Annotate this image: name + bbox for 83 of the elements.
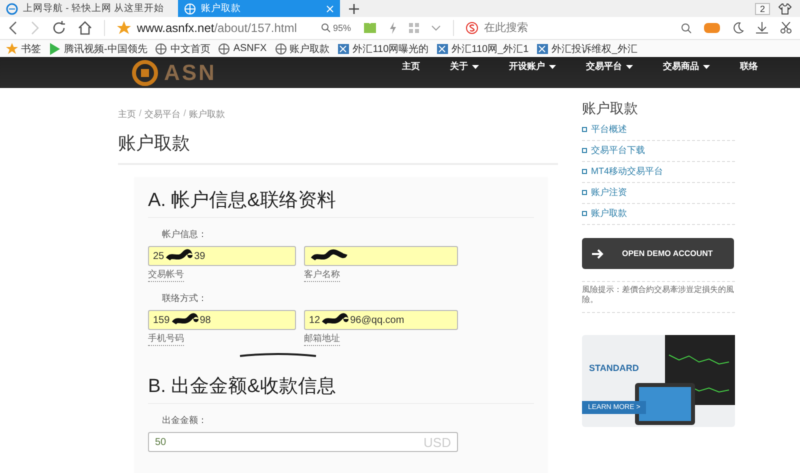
- section-heading: A. 帐户信息&联络资料: [148, 187, 534, 218]
- banner-title: STANDARD: [589, 362, 639, 373]
- square-bullet-icon: [582, 190, 587, 195]
- sidebar-link[interactable]: 账户取款: [582, 204, 735, 225]
- nav-item[interactable]: 联络: [740, 60, 758, 73]
- sidebar-link[interactable]: 平台概述: [582, 120, 735, 141]
- breadcrumb-link[interactable]: 主页: [118, 108, 136, 121]
- url-text[interactable]: www.asnfx.net/about/157.html: [136, 21, 297, 35]
- field-caption: 手机号码: [148, 332, 184, 346]
- field-caption: 客户名称: [304, 268, 340, 282]
- square-bullet-icon: [582, 211, 587, 216]
- zoom-level[interactable]: 95%: [320, 23, 351, 33]
- breadcrumb-separator: /: [139, 108, 142, 120]
- caret-icon: [703, 64, 710, 68]
- breadcrumb-separator: /: [184, 108, 186, 120]
- site-logo-icon: [436, 42, 449, 54]
- breadcrumb-link[interactable]: 账户取款: [189, 108, 226, 121]
- star-icon: [6, 42, 18, 54]
- page-title: 账户取款: [118, 131, 558, 165]
- bookmark[interactable]: ASNFX: [218, 42, 267, 54]
- magnifier-icon: [320, 23, 331, 33]
- download-icon[interactable]: [756, 22, 768, 34]
- close-icon[interactable]: [326, 4, 334, 12]
- field-group-label: 出金金额：: [161, 414, 208, 427]
- chevron-down-icon[interactable]: [430, 25, 441, 31]
- plus-icon[interactable]: [348, 2, 360, 14]
- nav-item[interactable]: 交易商品: [663, 60, 710, 73]
- search-engine-logo-icon: [466, 22, 478, 34]
- square-bullet-icon: [582, 148, 587, 153]
- lightning-icon[interactable]: [388, 22, 397, 34]
- globe-icon: [274, 42, 287, 54]
- moon-icon[interactable]: [732, 22, 744, 34]
- nav-item[interactable]: 关于: [450, 60, 479, 73]
- reload-icon[interactable]: [52, 21, 66, 35]
- browser-tab[interactable]: 上网导航 - 轻快上网 从这里开始: [0, 0, 170, 17]
- field-caption: 邮箱地址: [304, 332, 340, 346]
- site-logo-icon: [338, 42, 350, 54]
- search-icon[interactable]: [681, 22, 692, 34]
- scissors-icon[interactable]: [780, 22, 792, 34]
- caret-icon: [472, 64, 479, 68]
- bookmark[interactable]: 账户取款: [274, 42, 330, 56]
- tab-count[interactable]: 2: [754, 2, 770, 14]
- bookmark[interactable]: 书签: [6, 42, 41, 56]
- field-group-label: 联络方式：: [161, 292, 208, 305]
- square-bullet-icon: [582, 127, 587, 132]
- sidebar-link[interactable]: MT4移动交易平台: [582, 162, 735, 183]
- bookmark[interactable]: 外汇110网_外汇1: [436, 42, 529, 56]
- input-field[interactable]: [304, 246, 458, 266]
- bookmark[interactable]: 中文首页: [155, 42, 210, 56]
- risk-notice: 風險提示：差價合約交易牽涉豈定損失的風險。: [582, 281, 735, 313]
- logo-text: ASN: [164, 60, 216, 86]
- nav-item[interactable]: 开设账户: [509, 60, 556, 73]
- shirt-icon[interactable]: [778, 2, 792, 14]
- arrow-right-icon: [592, 248, 604, 258]
- nav-item[interactable]: 交易平台: [586, 60, 633, 73]
- bookmark[interactable]: 外汇投诉维权_外汇: [536, 42, 638, 56]
- globe-icon: [184, 2, 196, 14]
- square-bullet-icon: [582, 169, 587, 174]
- input-field[interactable]: 25 39: [148, 246, 296, 266]
- bookmark[interactable]: 腾讯视频-中国领先: [49, 42, 148, 56]
- site-logo-icon: [536, 42, 549, 54]
- caret-icon: [626, 64, 633, 68]
- globe-icon: [155, 42, 168, 54]
- input-field[interactable]: 12 96@qq.com: [304, 310, 458, 330]
- breadcrumb-link[interactable]: 交易平台: [144, 108, 181, 121]
- browser-logo-icon: [6, 2, 18, 14]
- star-icon[interactable]: [116, 21, 131, 35]
- nav-item[interactable]: 主页: [402, 60, 420, 73]
- section-heading: B. 出金金额&收款信息: [148, 373, 534, 404]
- sidebar-link[interactable]: 交易平台下载: [582, 141, 735, 162]
- play-icon: [49, 42, 61, 54]
- caret-icon: [549, 64, 556, 68]
- bookmark[interactable]: 外汇110网曝光的: [338, 42, 429, 56]
- back-icon[interactable]: [8, 21, 18, 35]
- sidebar-link[interactable]: 账户注资: [582, 183, 735, 204]
- home-icon[interactable]: [78, 21, 92, 35]
- field-group-label: 帐户信息：: [161, 228, 208, 241]
- input-field[interactable]: 159 98: [148, 310, 296, 330]
- field-caption: 交易帐号: [148, 268, 184, 282]
- sidebar-title: 账户取款: [582, 100, 639, 118]
- globe-icon: [218, 42, 230, 54]
- open-demo-account-button[interactable]: OPEN DEMO ACCOUNT: [582, 238, 734, 269]
- coin-logo-icon: [132, 60, 158, 86]
